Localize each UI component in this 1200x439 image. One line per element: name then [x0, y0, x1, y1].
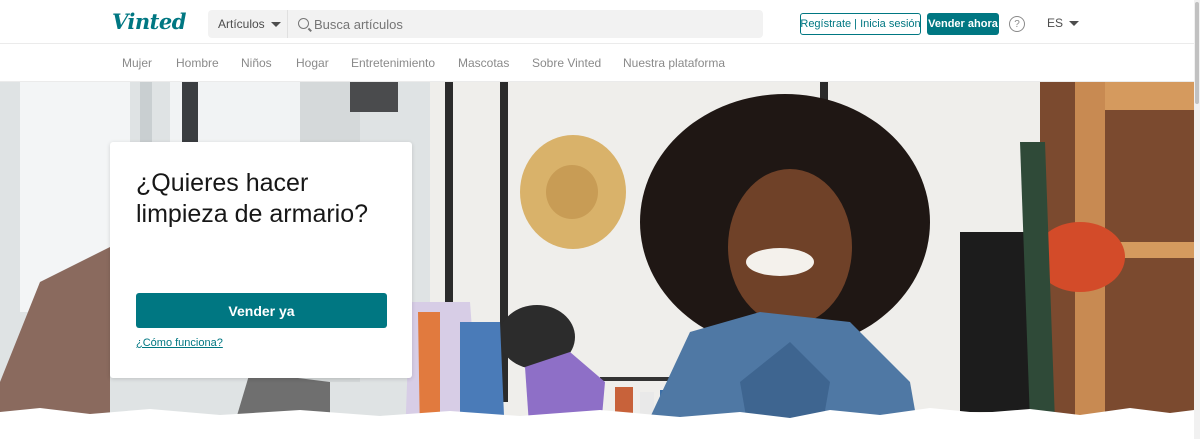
nav-item-mujer[interactable]: Mujer: [122, 56, 152, 70]
nav-item-ninos[interactable]: Niños: [241, 56, 272, 70]
page-scrollbar[interactable]: [1194, 0, 1200, 439]
search-icon: [298, 18, 309, 29]
nav-item-mascotas[interactable]: Mascotas: [458, 56, 509, 70]
search-category-label: Artículos: [218, 17, 265, 31]
nav-item-nuestra-plataforma[interactable]: Nuestra plataforma: [623, 56, 725, 70]
help-icon[interactable]: ?: [1009, 16, 1025, 32]
search-bar: Artículos: [208, 10, 763, 38]
sell-now-button[interactable]: Vender ahora: [927, 13, 999, 35]
chevron-down-icon: [1069, 20, 1080, 26]
nav-item-sobre-vinted[interactable]: Sobre Vinted: [532, 56, 601, 70]
search-input[interactable]: [314, 10, 754, 38]
signup-login-button[interactable]: Regístrate | Inicia sesión: [800, 13, 921, 35]
language-label: ES: [1047, 16, 1064, 30]
how-it-works-link[interactable]: ¿Cómo funciona?: [136, 337, 223, 349]
hero-card: ¿Quieres hacer limpieza de armario? Vend…: [110, 142, 412, 378]
language-selector[interactable]: ES: [1047, 16, 1080, 30]
nav-item-hombre[interactable]: Hombre: [176, 56, 219, 70]
chevron-down-icon: [270, 21, 281, 27]
search-category-select[interactable]: Artículos: [208, 10, 288, 38]
nav-item-hogar[interactable]: Hogar: [296, 56, 329, 70]
nav-item-entretenimiento[interactable]: Entretenimiento: [351, 56, 435, 70]
vinted-logo[interactable]: Vinted: [112, 9, 186, 34]
hero-title: ¿Quieres hacer limpieza de armario?: [136, 169, 369, 228]
sell-now-cta-button[interactable]: Vender ya: [136, 293, 387, 328]
top-header: Vinted Artículos Regístrate | Inicia ses…: [0, 0, 1200, 44]
category-nav: Mujer Hombre Niños Hogar Entretenimiento…: [0, 45, 1200, 82]
scrollbar-thumb[interactable]: [1195, 2, 1199, 104]
